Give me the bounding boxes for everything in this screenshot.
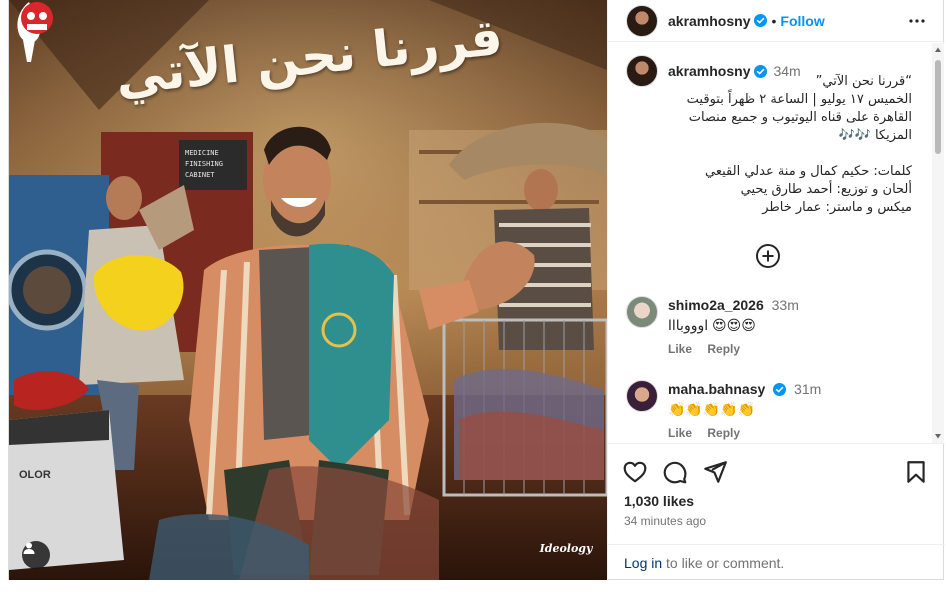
comment-actions: Like Reply xyxy=(668,342,752,356)
caption-avatar[interactable] xyxy=(626,55,658,87)
comment-time: 33m xyxy=(771,297,799,313)
comment-username[interactable]: maha.bahnasy 31m xyxy=(668,381,821,397)
caption-line: ألحان و توزيع: أحمد طارق يحيي xyxy=(740,182,912,197)
comment-actions: Like Reply xyxy=(668,426,752,440)
comment-username-text[interactable]: maha.bahnasy xyxy=(668,381,765,397)
comment-username-text[interactable]: shimo2a_2026 xyxy=(668,297,764,313)
comment-like-button[interactable]: Like xyxy=(668,342,692,356)
comments-section[interactable]: akramhosny 34m “قررنا نحن الآتي” الخميس … xyxy=(608,43,945,443)
comment-like-button[interactable]: Like xyxy=(668,426,692,440)
scroll-down-arrow-icon[interactable] xyxy=(934,432,942,440)
caption-line: المزيكا 🎶🎶 xyxy=(838,128,912,143)
login-prompt: Log in to like or comment. xyxy=(608,544,945,581)
caption-line: ميكس و ماستر: عمار خاطر xyxy=(762,200,912,215)
comment-icon[interactable] xyxy=(662,459,688,485)
scroll-up-arrow-icon[interactable] xyxy=(934,46,942,54)
caption-line: “قررنا نحن الآتي” xyxy=(815,74,912,89)
ideology-logo xyxy=(21,2,53,34)
author-avatar[interactable] xyxy=(626,4,658,37)
caption-line: كلمات: حكيم كمال و منة عدلي القيعي xyxy=(705,164,912,179)
post-image[interactable]: MEDICINE FINISHING CABINET OLOR قررنا نح… xyxy=(9,0,607,580)
bookmark-icon[interactable] xyxy=(903,459,929,485)
comment-avatar[interactable] xyxy=(626,380,658,412)
comment-reply-button[interactable]: Reply xyxy=(707,342,740,356)
comments-scrollbar[interactable] xyxy=(932,43,944,443)
svg-text:OLOR: OLOR xyxy=(19,469,51,481)
caption-text: “قررنا نحن الآتي” الخميس ١٧ يوليو | السا… xyxy=(668,73,912,217)
likes-count[interactable]: 1,030 likes xyxy=(624,493,694,509)
comment-avatar[interactable] xyxy=(626,296,658,328)
post-timestamp: 34 minutes ago xyxy=(624,514,707,528)
svg-text:MEDICINE: MEDICINE xyxy=(185,149,219,157)
caption-line xyxy=(668,145,912,163)
ideology-logo-text: Ideology xyxy=(539,542,593,555)
post-header: akramhosny • Follow xyxy=(608,0,945,42)
comment-text: اوووبااا 😍😍😍 xyxy=(668,317,756,333)
post-side-panel: akramhosny • Follow akramhosny 34m “قررن… xyxy=(607,0,945,580)
post-actions: 1,030 likes 34 minutes ago Log in to lik… xyxy=(608,443,945,580)
comment-username[interactable]: shimo2a_2026 33m xyxy=(668,297,799,313)
user-tag-button[interactable] xyxy=(22,541,50,569)
comment-text: 👏👏👏👏👏 xyxy=(668,401,756,417)
more-horizontal-icon[interactable] xyxy=(905,9,929,33)
svg-text:FINISHING: FINISHING xyxy=(185,160,223,168)
plus-circle-icon[interactable] xyxy=(755,243,781,269)
verified-badge-icon xyxy=(773,383,787,396)
login-link[interactable]: Log in xyxy=(624,555,662,571)
heart-icon[interactable] xyxy=(622,459,648,485)
separator-dot: • xyxy=(771,12,777,29)
login-prompt-text: to like or comment. xyxy=(662,555,785,571)
send-icon[interactable] xyxy=(702,459,728,485)
author-username[interactable]: akramhosny xyxy=(668,13,750,29)
instagram-post: MEDICINE FINISHING CABINET OLOR قررنا نح… xyxy=(8,0,945,580)
verified-badge-icon xyxy=(754,14,768,27)
caption-line: الخميس ١٧ يوليو | الساعة ٢ ظهراً بتوقيت … xyxy=(686,92,912,125)
user-tag-icon xyxy=(23,542,35,554)
svg-text:CABINET: CABINET xyxy=(185,171,215,179)
follow-button[interactable]: Follow xyxy=(780,13,824,29)
scroll-thumb[interactable] xyxy=(935,60,941,154)
comment-time: 31m xyxy=(794,381,822,397)
caption: akramhosny 34m “قررنا نحن الآتي” الخميس … xyxy=(626,55,926,215)
comment-reply-button[interactable]: Reply xyxy=(707,426,740,440)
